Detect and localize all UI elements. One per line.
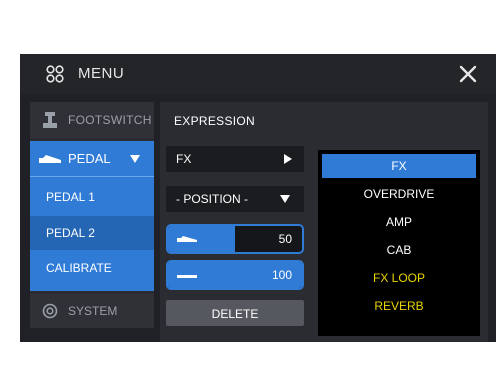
slider-value: 50 xyxy=(278,232,292,246)
position-dropdown[interactable]: - POSITION - xyxy=(166,186,304,212)
sidebar-subitem-calibrate[interactable]: CALIBRATE xyxy=(30,251,154,285)
sidebar-item-label: SYSTEM xyxy=(68,304,118,318)
slider-value: 100 xyxy=(271,268,292,282)
sidebar-group-pedal: PEDAL PEDAL 1 PEDAL 2 CALIBRATE xyxy=(30,141,154,291)
chevron-right-icon xyxy=(284,154,292,164)
gear-icon xyxy=(42,303,58,319)
chevron-down-icon xyxy=(280,195,290,203)
page-title: EXPRESSION xyxy=(174,114,256,128)
position-dropdown-value: - POSITION - xyxy=(176,192,248,206)
toe-value-slider[interactable]: 100 xyxy=(166,260,304,290)
fx-selector-label: FX xyxy=(176,152,192,166)
delete-button[interactable]: DELETE xyxy=(166,300,304,326)
fx-selector[interactable]: FX xyxy=(166,146,304,172)
sidebar-subitem-pedal-1[interactable]: PEDAL 1 xyxy=(30,180,154,214)
list-item-label: OVERDRIVE xyxy=(363,187,435,201)
sidebar-item-pedal[interactable]: PEDAL xyxy=(30,141,154,177)
list-item-label: CAB xyxy=(386,243,412,257)
list-item-cab[interactable]: CAB xyxy=(322,238,476,262)
list-item-label: FX xyxy=(391,159,407,173)
pedal-icon xyxy=(177,236,197,242)
list-item-fx-loop[interactable]: FX LOOP xyxy=(322,266,476,290)
chevron-down-icon xyxy=(130,155,140,163)
sidebar-subitem-label: PEDAL 1 xyxy=(46,190,95,204)
expression-panel: EXPRESSION FX - POSITION - 50 100 DELETE… xyxy=(160,102,488,342)
list-item-amp[interactable]: AMP xyxy=(322,210,476,234)
list-item-label: AMP xyxy=(385,215,412,229)
list-item-overdrive[interactable]: OVERDRIVE xyxy=(322,182,476,206)
sidebar-subitem-pedal-2[interactable]: PEDAL 2 xyxy=(30,216,154,250)
sidebar-item-label: PEDAL xyxy=(68,151,111,166)
pedal-icon xyxy=(177,275,197,278)
sidebar: FOOTSWITCH PEDAL PEDAL 1 PEDAL 2 CALIBRA… xyxy=(30,102,154,328)
heel-value-slider[interactable]: 50 xyxy=(166,224,304,254)
grid-icon[interactable] xyxy=(46,65,64,83)
list-item-label: REVERB xyxy=(374,299,424,313)
device-screen: MENU FOOTSWITCH PEDAL PEDAL 1 PEDAL 2 CA… xyxy=(20,54,496,342)
sidebar-item-system[interactable]: SYSTEM xyxy=(30,294,154,328)
pedal-icon xyxy=(39,155,61,163)
close-icon[interactable] xyxy=(458,64,478,84)
footswitch-icon xyxy=(43,112,57,128)
sidebar-subitem-label: PEDAL 2 xyxy=(46,226,95,240)
menu-title: MENU xyxy=(78,65,125,82)
fx-list: FX OVERDRIVE AMP CAB FX LOOP REVERB xyxy=(318,150,480,336)
list-item-label: FX LOOP xyxy=(372,271,425,285)
sidebar-item-label: FOOTSWITCH xyxy=(68,113,152,127)
list-item-fx[interactable]: FX xyxy=(322,154,476,178)
controls-column: FX - POSITION - 50 100 DELETE xyxy=(160,140,315,342)
sidebar-item-footswitch[interactable]: FOOTSWITCH xyxy=(30,102,154,138)
sidebar-subitem-label: CALIBRATE xyxy=(46,261,112,275)
delete-button-label: DELETE xyxy=(211,307,259,321)
menu-bar: MENU xyxy=(20,54,496,94)
list-item-reverb[interactable]: REVERB xyxy=(322,294,476,318)
